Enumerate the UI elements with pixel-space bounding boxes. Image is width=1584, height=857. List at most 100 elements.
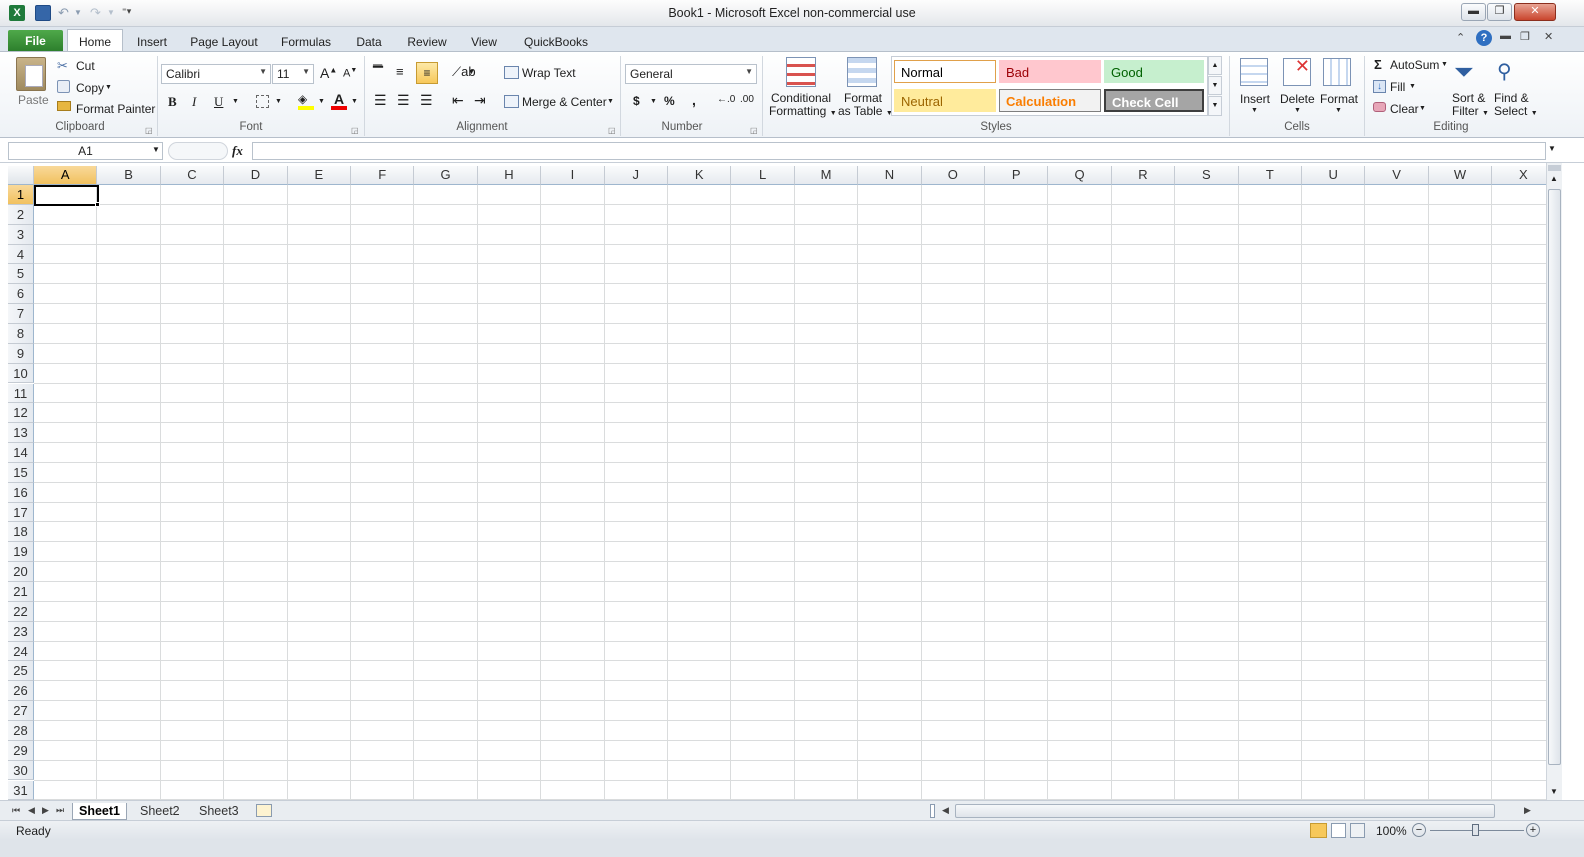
font-size-combo[interactable]: 11 ▼ (272, 64, 314, 84)
decrease-decimal-icon[interactable]: .00 (740, 94, 754, 105)
row-header-18[interactable]: 18 (8, 522, 34, 543)
grow-font-button[interactable]: A▲ (320, 65, 337, 81)
zoom-in-icon[interactable]: + (1526, 823, 1540, 837)
fill-handle[interactable] (95, 202, 100, 207)
column-header-x[interactable]: X (1492, 166, 1546, 185)
row-header-29[interactable]: 29 (8, 740, 34, 761)
vertical-scroll-thumb[interactable] (1548, 189, 1561, 765)
close-button[interactable]: ✕ (1514, 3, 1556, 21)
style-bad[interactable]: Bad (999, 60, 1101, 83)
column-header-r[interactable]: R (1111, 166, 1176, 185)
copy-button[interactable]: Copy (76, 81, 104, 95)
row-header-28[interactable]: 28 (8, 720, 34, 741)
row-header-14[interactable]: 14 (8, 443, 34, 463)
merge-center-button[interactable]: Merge & Center (522, 95, 607, 109)
column-header-s[interactable]: S (1175, 166, 1239, 185)
scroll-down-icon[interactable]: ▼ (1550, 787, 1558, 796)
sheet-tab-1[interactable]: Sheet1 (72, 803, 127, 820)
column-header-m[interactable]: M (794, 166, 859, 185)
increase-decimal-icon[interactable]: ←.0 (717, 94, 735, 105)
row-header-9[interactable]: 9 (8, 343, 34, 364)
prev-sheet-icon[interactable]: ◀ (28, 805, 35, 816)
column-header-j[interactable]: J (604, 166, 668, 185)
clear-button[interactable]: Clear (1390, 102, 1419, 116)
row-header-12[interactable]: 12 (8, 403, 34, 424)
gallery-more-icon[interactable]: ▼ (1208, 96, 1222, 116)
column-header-w[interactable]: W (1428, 166, 1493, 185)
first-sheet-icon[interactable]: ⏮ (12, 805, 20, 816)
align-bottom-icon[interactable]: ≡ (416, 62, 438, 84)
row-header-8[interactable]: 8 (8, 323, 34, 344)
column-header-t[interactable]: T (1238, 166, 1302, 185)
row-header-1[interactable]: 1 (8, 185, 34, 205)
column-header-g[interactable]: G (414, 166, 478, 185)
scroll-up-icon[interactable]: ▲ (1550, 174, 1558, 183)
column-header-n[interactable]: N (858, 166, 922, 185)
last-sheet-icon[interactable]: ⏭ (56, 805, 64, 816)
horizontal-scroll-thumb[interactable] (955, 804, 1495, 818)
align-left-icon[interactable]: ☰ (374, 92, 387, 109)
number-format-combo[interactable]: General ▼ (625, 64, 757, 84)
format-as-table-button[interactable]: Format as Table ▼ (838, 92, 893, 120)
row-header-24[interactable]: 24 (8, 641, 34, 662)
zoom-slider-thumb[interactable] (1472, 824, 1479, 836)
workbook-restore-icon[interactable]: ❐ (1520, 30, 1530, 43)
sheet-tab-3[interactable]: Sheet3 (193, 803, 245, 820)
style-neutral[interactable]: Neutral (894, 89, 996, 112)
find-select-button[interactable]: Find & Select ▼ (1494, 92, 1538, 120)
copy-dropdown-icon[interactable]: ▼ (105, 84, 112, 91)
style-check-cell[interactable]: Check Cell (1104, 89, 1204, 112)
paste-button[interactable]: Paste (18, 93, 49, 107)
worksheet-grid[interactable]: ABCDEFGHIJKLMNOPQRSTUVWX 1 2 3 4 5 6 7 8 9 10 11 12… (8, 166, 1546, 800)
row-header-5[interactable]: 5 (8, 264, 34, 285)
insert-function-button[interactable]: fx (232, 143, 243, 159)
currency-button[interactable]: $ (633, 94, 640, 108)
row-header-15[interactable]: 15 (8, 462, 34, 483)
align-right-icon[interactable]: ☰ (420, 92, 433, 109)
align-top-icon[interactable]: ═ ▔ (373, 59, 383, 80)
scroll-right-icon[interactable]: ▶ (1524, 805, 1531, 816)
clipboard-launcher-icon[interactable]: ◲ (145, 126, 153, 135)
page-break-view-icon[interactable] (1350, 823, 1365, 838)
sheet-tab-2[interactable]: Sheet2 (134, 803, 186, 820)
row-header-19[interactable]: 19 (8, 542, 34, 563)
tab-split-handle[interactable] (930, 804, 935, 818)
row-header-13[interactable]: 13 (8, 423, 34, 444)
tab-home[interactable]: Home (67, 29, 123, 52)
row-header-10[interactable]: 10 (8, 363, 34, 384)
zoom-level[interactable]: 100% (1376, 824, 1407, 838)
gallery-scroll-down-icon[interactable]: ▼ (1208, 76, 1222, 95)
column-header-l[interactable]: L (731, 166, 795, 185)
column-header-a[interactable]: A (34, 166, 98, 185)
decrease-indent-icon[interactable]: ⇤ (452, 92, 464, 109)
tab-data[interactable]: Data (350, 32, 388, 51)
select-all-corner[interactable] (8, 166, 34, 185)
row-header-25[interactable]: 25 (8, 661, 34, 682)
column-header-e[interactable]: E (287, 166, 351, 185)
comma-button[interactable]: , (692, 92, 696, 108)
zoom-out-icon[interactable]: − (1412, 823, 1426, 837)
fill-color-icon[interactable]: ◈ (298, 92, 314, 110)
tab-page-layout[interactable]: Page Layout (186, 32, 262, 51)
minimize-ribbon-icon[interactable]: ⌃ (1456, 31, 1465, 44)
style-calculation[interactable]: Calculation (999, 89, 1101, 112)
row-header-2[interactable]: 2 (8, 204, 34, 225)
formula-input[interactable] (252, 142, 1546, 160)
style-good[interactable]: Good (1104, 60, 1204, 83)
gallery-scroll-up-icon[interactable]: ▲ (1208, 56, 1222, 75)
next-sheet-icon[interactable]: ▶ (42, 805, 49, 816)
wrap-text-button[interactable]: Wrap Text (522, 66, 576, 80)
name-box[interactable]: A1 (8, 142, 163, 160)
cut-button[interactable]: Cut (76, 59, 95, 73)
italic-button[interactable]: I (192, 94, 196, 110)
formula-bar-handle[interactable] (168, 142, 228, 160)
fill-dropdown-icon[interactable]: ▼ (1409, 83, 1416, 90)
format-cells-button[interactable]: Format (1320, 92, 1358, 106)
delete-cells-button[interactable]: Delete (1280, 92, 1315, 106)
autosum-button[interactable]: AutoSum (1390, 58, 1439, 72)
vertical-scrollbar[interactable]: ▲ ▼ (1546, 163, 1562, 800)
column-header-d[interactable]: D (224, 166, 288, 185)
tab-insert[interactable]: Insert (130, 32, 174, 51)
column-header-k[interactable]: K (668, 166, 732, 185)
column-header-v[interactable]: V (1365, 166, 1429, 185)
